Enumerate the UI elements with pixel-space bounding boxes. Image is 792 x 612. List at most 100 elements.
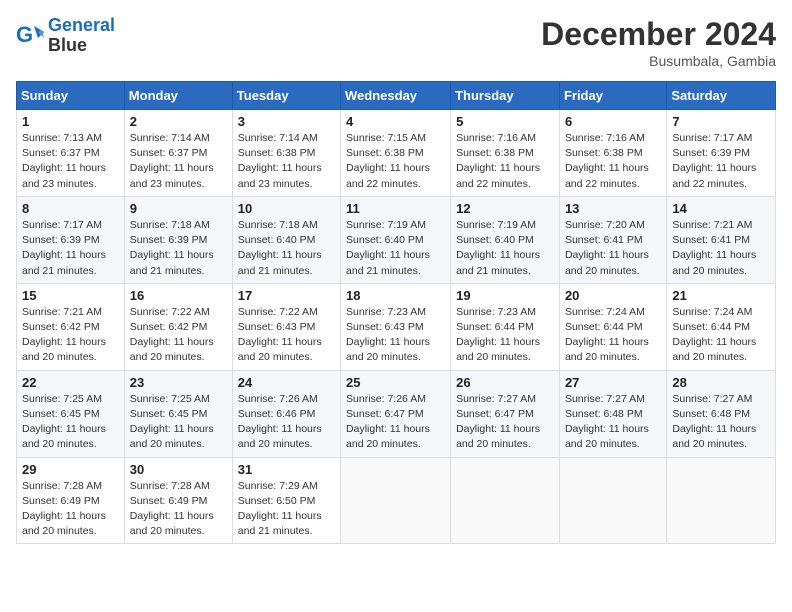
weekday-header: Monday xyxy=(124,82,232,110)
day-number: 26 xyxy=(456,375,554,390)
day-info: Sunrise: 7:16 AM Sunset: 6:38 PM Dayligh… xyxy=(565,131,661,192)
day-info: Sunrise: 7:15 AM Sunset: 6:38 PM Dayligh… xyxy=(346,131,445,192)
calendar-day-cell: 4 Sunrise: 7:15 AM Sunset: 6:38 PM Daylig… xyxy=(341,110,451,197)
day-info: Sunrise: 7:18 AM Sunset: 6:40 PM Dayligh… xyxy=(238,218,335,279)
logo-icon: G xyxy=(16,22,44,50)
day-number: 7 xyxy=(672,114,770,129)
calendar-day-cell: 10 Sunrise: 7:18 AM Sunset: 6:40 PM Dayli… xyxy=(232,196,340,283)
day-info: Sunrise: 7:14 AM Sunset: 6:38 PM Dayligh… xyxy=(238,131,335,192)
calendar-week-row: 22 Sunrise: 7:25 AM Sunset: 6:45 PM Dayli… xyxy=(17,370,776,457)
day-number: 1 xyxy=(22,114,119,129)
calendar-day-cell: 29Sunrise: 7:28 AM Sunset: 6:49 PM Dayli… xyxy=(17,457,125,544)
day-info: Sunrise: 7:22 AM Sunset: 6:43 PM Dayligh… xyxy=(238,305,335,366)
day-number: 22 xyxy=(22,375,119,390)
day-info: Sunrise: 7:17 AM Sunset: 6:39 PM Dayligh… xyxy=(672,131,770,192)
calendar-week-row: 8Sunrise: 7:17 AM Sunset: 6:39 PM Daylig… xyxy=(17,196,776,283)
calendar-day-cell: 17 Sunrise: 7:22 AM Sunset: 6:43 PM Dayli… xyxy=(232,283,340,370)
day-number: 31 xyxy=(238,462,335,477)
calendar-day-cell: 20 Sunrise: 7:24 AM Sunset: 6:44 PM Dayli… xyxy=(559,283,666,370)
day-number: 2 xyxy=(130,114,227,129)
calendar-day-cell: 7 Sunrise: 7:17 AM Sunset: 6:39 PM Daylig… xyxy=(667,110,776,197)
day-number: 28 xyxy=(672,375,770,390)
calendar-week-row: 29Sunrise: 7:28 AM Sunset: 6:49 PM Dayli… xyxy=(17,457,776,544)
calendar-day-cell: 23 Sunrise: 7:25 AM Sunset: 6:45 PM Dayli… xyxy=(124,370,232,457)
day-number: 10 xyxy=(238,201,335,216)
day-info: Sunrise: 7:24 AM Sunset: 6:44 PM Dayligh… xyxy=(565,305,661,366)
month-year: December 2024 xyxy=(541,16,776,53)
calendar-day-cell: 18 Sunrise: 7:23 AM Sunset: 6:43 PM Dayli… xyxy=(341,283,451,370)
calendar-day-cell: 6 Sunrise: 7:16 AM Sunset: 6:38 PM Daylig… xyxy=(559,110,666,197)
day-info: Sunrise: 7:28 AM Sunset: 6:49 PM Dayligh… xyxy=(130,479,227,540)
day-info: Sunrise: 7:23 AM Sunset: 6:43 PM Dayligh… xyxy=(346,305,445,366)
calendar-day-cell: 3 Sunrise: 7:14 AM Sunset: 6:38 PM Daylig… xyxy=(232,110,340,197)
weekday-header: Friday xyxy=(559,82,666,110)
calendar-header-row: SundayMondayTuesdayWednesdayThursdayFrid… xyxy=(17,82,776,110)
day-number: 5 xyxy=(456,114,554,129)
calendar-day-cell: 30Sunrise: 7:28 AM Sunset: 6:49 PM Dayli… xyxy=(124,457,232,544)
calendar-day-cell: 28 Sunrise: 7:27 AM Sunset: 6:48 PM Dayli… xyxy=(667,370,776,457)
day-info: Sunrise: 7:25 AM Sunset: 6:45 PM Dayligh… xyxy=(130,392,227,453)
day-info: Sunrise: 7:23 AM Sunset: 6:44 PM Dayligh… xyxy=(456,305,554,366)
day-number: 4 xyxy=(346,114,445,129)
calendar-day-cell: 19 Sunrise: 7:23 AM Sunset: 6:44 PM Dayli… xyxy=(451,283,560,370)
day-number: 15 xyxy=(22,288,119,303)
svg-text:G: G xyxy=(16,22,33,47)
day-number: 23 xyxy=(130,375,227,390)
day-info: Sunrise: 7:16 AM Sunset: 6:38 PM Dayligh… xyxy=(456,131,554,192)
weekday-header: Wednesday xyxy=(341,82,451,110)
calendar-day-cell: 27 Sunrise: 7:27 AM Sunset: 6:48 PM Dayli… xyxy=(559,370,666,457)
location: Busumbala, Gambia xyxy=(541,53,776,69)
day-info: Sunrise: 7:27 AM Sunset: 6:48 PM Dayligh… xyxy=(565,392,661,453)
logo-line2: Blue xyxy=(48,36,115,56)
calendar-day-cell: 1Sunrise: 7:13 AM Sunset: 6:37 PM Daylig… xyxy=(17,110,125,197)
day-number: 27 xyxy=(565,375,661,390)
day-number: 19 xyxy=(456,288,554,303)
day-number: 18 xyxy=(346,288,445,303)
logo-text: General Blue xyxy=(48,16,115,56)
day-info: Sunrise: 7:19 AM Sunset: 6:40 PM Dayligh… xyxy=(346,218,445,279)
day-info: Sunrise: 7:27 AM Sunset: 6:48 PM Dayligh… xyxy=(672,392,770,453)
day-info: Sunrise: 7:17 AM Sunset: 6:39 PM Dayligh… xyxy=(22,218,119,279)
calendar-day-cell: 14 Sunrise: 7:21 AM Sunset: 6:41 PM Dayli… xyxy=(667,196,776,283)
day-info: Sunrise: 7:19 AM Sunset: 6:40 PM Dayligh… xyxy=(456,218,554,279)
calendar-day-cell xyxy=(341,457,451,544)
calendar-week-row: 1Sunrise: 7:13 AM Sunset: 6:37 PM Daylig… xyxy=(17,110,776,197)
weekday-header: Thursday xyxy=(451,82,560,110)
calendar-day-cell xyxy=(451,457,560,544)
day-number: 20 xyxy=(565,288,661,303)
day-number: 17 xyxy=(238,288,335,303)
calendar-day-cell: 8Sunrise: 7:17 AM Sunset: 6:39 PM Daylig… xyxy=(17,196,125,283)
calendar-day-cell: 13 Sunrise: 7:20 AM Sunset: 6:41 PM Dayli… xyxy=(559,196,666,283)
day-info: Sunrise: 7:22 AM Sunset: 6:42 PM Dayligh… xyxy=(130,305,227,366)
day-number: 16 xyxy=(130,288,227,303)
day-number: 11 xyxy=(346,201,445,216)
day-info: Sunrise: 7:25 AM Sunset: 6:45 PM Dayligh… xyxy=(22,392,119,453)
day-number: 14 xyxy=(672,201,770,216)
day-number: 6 xyxy=(565,114,661,129)
day-info: Sunrise: 7:21 AM Sunset: 6:41 PM Dayligh… xyxy=(672,218,770,279)
day-info: Sunrise: 7:24 AM Sunset: 6:44 PM Dayligh… xyxy=(672,305,770,366)
day-number: 12 xyxy=(456,201,554,216)
day-info: Sunrise: 7:26 AM Sunset: 6:46 PM Dayligh… xyxy=(238,392,335,453)
calendar-day-cell: 31 Sunrise: 7:29 AM Sunset: 6:50 PM Dayli… xyxy=(232,457,340,544)
calendar-day-cell: 25Sunrise: 7:26 AM Sunset: 6:47 PM Dayli… xyxy=(341,370,451,457)
calendar-day-cell: 21 Sunrise: 7:24 AM Sunset: 6:44 PM Dayli… xyxy=(667,283,776,370)
day-number: 3 xyxy=(238,114,335,129)
calendar-day-cell: 12 Sunrise: 7:19 AM Sunset: 6:40 PM Dayli… xyxy=(451,196,560,283)
day-info: Sunrise: 7:26 AM Sunset: 6:47 PM Dayligh… xyxy=(346,392,445,453)
calendar-week-row: 15Sunrise: 7:21 AM Sunset: 6:42 PM Dayli… xyxy=(17,283,776,370)
day-info: Sunrise: 7:29 AM Sunset: 6:50 PM Dayligh… xyxy=(238,479,335,540)
day-info: Sunrise: 7:20 AM Sunset: 6:41 PM Dayligh… xyxy=(565,218,661,279)
calendar-day-cell xyxy=(559,457,666,544)
day-number: 21 xyxy=(672,288,770,303)
weekday-header: Tuesday xyxy=(232,82,340,110)
weekday-header: Saturday xyxy=(667,82,776,110)
day-number: 9 xyxy=(130,201,227,216)
calendar-day-cell: 5 Sunrise: 7:16 AM Sunset: 6:38 PM Daylig… xyxy=(451,110,560,197)
day-info: Sunrise: 7:28 AM Sunset: 6:49 PM Dayligh… xyxy=(22,479,119,540)
calendar-table: SundayMondayTuesdayWednesdayThursdayFrid… xyxy=(16,81,776,544)
title-block: December 2024 Busumbala, Gambia xyxy=(541,16,776,69)
calendar-day-cell: 26Sunrise: 7:27 AM Sunset: 6:47 PM Dayli… xyxy=(451,370,560,457)
logo-line1: General xyxy=(48,15,115,35)
day-number: 13 xyxy=(565,201,661,216)
